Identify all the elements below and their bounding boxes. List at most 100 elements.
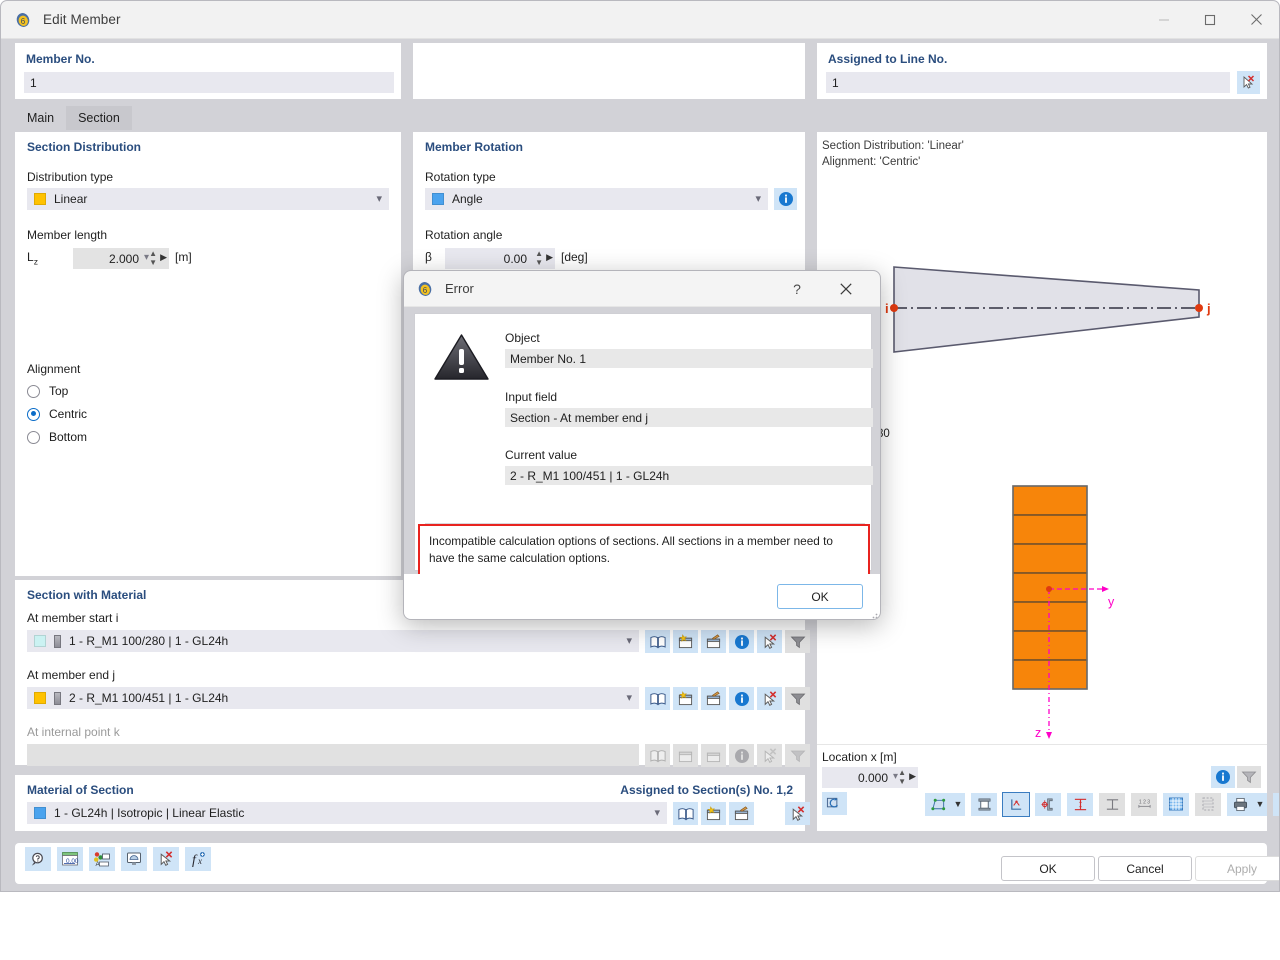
centroid-marker	[1046, 586, 1052, 592]
rotation-angle-value: 0.00	[504, 252, 527, 266]
library-icon[interactable]	[645, 630, 670, 653]
alignment-option-centric[interactable]: Centric	[27, 407, 87, 421]
alignment-option-top[interactable]: Top	[27, 384, 68, 398]
deselect-icon[interactable]	[153, 847, 179, 871]
preview-info-icon[interactable]	[1211, 766, 1235, 788]
input-field-label: Input field	[505, 390, 557, 404]
info-icon[interactable]	[729, 687, 754, 710]
start-color-swatch	[34, 635, 46, 647]
input-field-value: Section - At member end j	[505, 408, 873, 427]
library-icon[interactable]	[673, 802, 698, 825]
print-dropdown-icon[interactable]: ▼	[1253, 793, 1267, 816]
select-line-icon[interactable]	[1237, 71, 1260, 94]
maximize-button[interactable]	[1187, 1, 1233, 38]
filter-icon[interactable]	[785, 687, 810, 710]
edit-section-icon	[701, 744, 726, 767]
preview-filter-icon[interactable]	[1237, 766, 1261, 788]
error-dialog: 6 Error ?	[403, 270, 881, 620]
info-icon[interactable]	[729, 630, 754, 653]
apply-button[interactable]: Apply	[1195, 856, 1280, 881]
print-icon[interactable]	[1227, 793, 1253, 816]
spin-next-icon[interactable]: ▶	[160, 252, 167, 263]
rotation-angle-input[interactable]: 0.00 ▲ ▼ ▶	[445, 248, 555, 269]
help-button[interactable]: ?	[780, 271, 814, 306]
section-view-icon[interactable]	[971, 793, 997, 816]
node-j-marker	[1195, 304, 1203, 312]
pick-section-icon[interactable]	[757, 687, 782, 710]
spin-up-icon[interactable]: ▲	[149, 250, 157, 258]
radio-top[interactable]	[27, 385, 40, 398]
location-x-input[interactable]: 0.000 ▾ ▲ ▼ ▶	[822, 767, 918, 788]
pick-material-icon[interactable]	[785, 802, 810, 825]
axes-display-icon[interactable]	[1003, 793, 1029, 816]
spin-down-icon[interactable]: ▼	[898, 778, 906, 786]
spin-up-icon[interactable]: ▲	[898, 769, 906, 777]
tab-section[interactable]: Section	[66, 106, 132, 130]
assigned-sections-label: Assigned to Section(s) No. 1,2	[620, 783, 793, 797]
spin-up-icon[interactable]: ▲	[535, 250, 543, 258]
spin-down-icon[interactable]: ▼	[149, 259, 157, 267]
radio-centric[interactable]	[27, 408, 40, 421]
close-button[interactable]	[1233, 1, 1279, 38]
numbering-icon[interactable]: 1 2 3	[1131, 793, 1157, 816]
member-start-value: 1 - R_M1 100/280 | 1 - GL24h	[69, 634, 228, 648]
edit-section-icon[interactable]	[701, 687, 726, 710]
refresh-view-icon[interactable]	[822, 792, 847, 815]
member-no-label: Member No.	[26, 52, 95, 66]
filter-icon[interactable]	[785, 630, 810, 653]
ok-button[interactable]: OK	[1001, 856, 1095, 881]
internal-point-label: At internal point k	[27, 725, 120, 739]
help-search-icon[interactable]	[25, 847, 51, 871]
spin-next-icon[interactable]: ▶	[909, 771, 916, 782]
display-properties-icon[interactable]: A	[89, 847, 115, 871]
pick-section-icon[interactable]	[757, 630, 782, 653]
member-length-input[interactable]: 2.000 ▾ ▲ ▼ ▶	[73, 248, 169, 269]
formula-icon[interactable]: fx	[185, 847, 211, 871]
axis-y-arrow	[1102, 586, 1109, 592]
member-end-label: At member end j	[27, 668, 115, 682]
radio-bottom[interactable]	[27, 431, 40, 444]
units-icon[interactable]: 0,00	[57, 847, 83, 871]
render-mode-icon[interactable]	[925, 793, 951, 816]
deselect-icon[interactable]	[1273, 793, 1280, 816]
footer-band: 0,00 A fx OK Cancel Apply	[1, 833, 1280, 892]
spin-down-icon[interactable]: ▼	[535, 259, 543, 267]
desktop-background	[0, 892, 1280, 960]
grid-fine-icon[interactable]	[1195, 793, 1221, 816]
distribution-type-value: Linear	[54, 192, 87, 206]
grid-icon[interactable]	[1163, 793, 1189, 816]
edit-material-icon[interactable]	[729, 802, 754, 825]
dimensions-icon[interactable]	[1067, 793, 1093, 816]
tabstrip: Main Section	[15, 106, 132, 130]
view-settings-icon[interactable]	[121, 847, 147, 871]
tab-main[interactable]: Main	[15, 106, 66, 130]
new-section-icon[interactable]	[673, 687, 698, 710]
error-dialog-close-button[interactable]	[826, 271, 866, 306]
outline-icon[interactable]	[1099, 793, 1125, 816]
resize-grip[interactable]	[868, 608, 878, 618]
rotation-type-info-icon[interactable]	[774, 188, 797, 210]
error-ok-button[interactable]: OK	[777, 584, 863, 609]
new-material-icon[interactable]	[701, 802, 726, 825]
library-icon[interactable]	[645, 687, 670, 710]
dropdown-arrow-icon[interactable]: ▼	[951, 793, 965, 816]
centroid-icon[interactable]	[1035, 793, 1061, 816]
alignment-top-label: Top	[49, 384, 68, 398]
member-start-combo[interactable]: 1 - R_M1 100/280 | 1 - GL24h ▾	[27, 630, 639, 652]
minimize-button[interactable]	[1141, 1, 1187, 38]
spin-next-icon[interactable]: ▶	[546, 252, 553, 263]
assigned-line-input[interactable]: 1	[826, 72, 1230, 93]
chevron-down-icon: ▾	[755, 192, 761, 205]
assigned-line-label: Assigned to Line No.	[828, 52, 947, 66]
chevron-down-icon: ▾	[626, 691, 632, 704]
distribution-type-combo[interactable]: Linear ▾	[27, 188, 389, 210]
internal-point-combo	[27, 744, 639, 766]
member-no-input[interactable]: 1	[24, 72, 394, 93]
new-section-icon[interactable]	[673, 630, 698, 653]
alignment-option-bottom[interactable]: Bottom	[27, 430, 87, 444]
cancel-button[interactable]: Cancel	[1098, 856, 1192, 881]
edit-section-icon[interactable]	[701, 630, 726, 653]
material-combo[interactable]: 1 - GL24h | Isotropic | Linear Elastic ▾	[27, 802, 667, 824]
member-end-combo[interactable]: 2 - R_M1 100/451 | 1 - GL24h ▾	[27, 687, 639, 709]
rotation-type-combo[interactable]: Angle ▾	[425, 188, 768, 210]
